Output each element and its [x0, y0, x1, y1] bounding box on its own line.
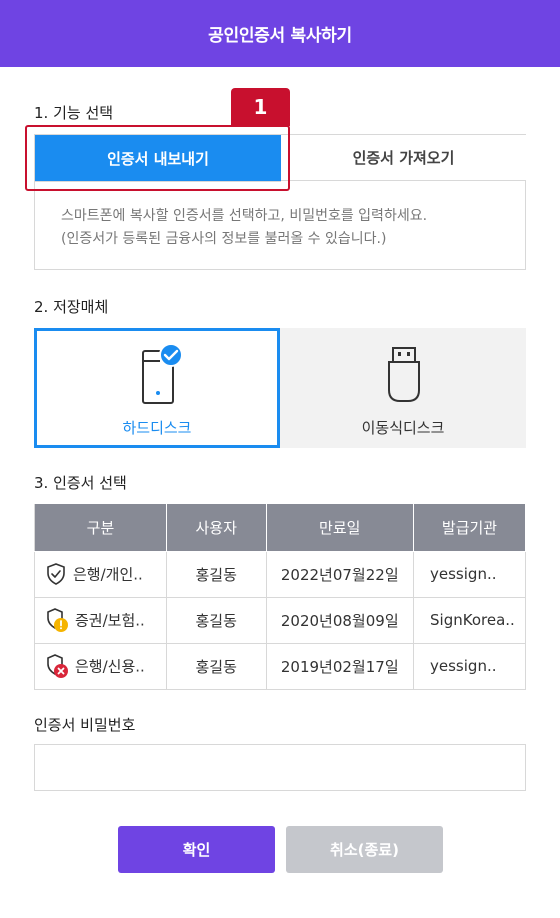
tab-import-certificate[interactable]: 인증서 가져오기 [281, 135, 526, 181]
cell-issuer: yessign.. [413, 550, 526, 598]
shield-warning-icon [47, 608, 68, 632]
usb-drive-icon [388, 347, 420, 402]
cell-expiry: 2020년08월09일 [265, 596, 415, 644]
certificate-password-input[interactable] [34, 744, 526, 791]
table-header-row: 구분 사용자 만료일 발급기관 [34, 504, 526, 552]
cell-user: 홍길동 [165, 642, 267, 690]
section-label-password: 인증서 비밀번호 [34, 716, 136, 734]
shield-expired-icon [47, 654, 68, 678]
table-row[interactable]: 증권/보험.. 홍길동 2020년08월09일 SignKorea.. [34, 596, 526, 644]
storage-label-hard-disk: 하드디스크 [122, 419, 192, 437]
cell-issuer: yessign.. [413, 642, 526, 690]
section-label-function: 1. 기능 선택 [34, 104, 114, 122]
confirm-button[interactable]: 확인 [118, 826, 275, 873]
step-number-badge: 1 [231, 88, 290, 126]
hard-disk-icon [142, 343, 183, 404]
certificate-table: 구분 사용자 만료일 발급기관 은행/개인.. 홍길동 2022년07월22일 … [34, 504, 526, 690]
column-header-type: 구분 [34, 504, 167, 552]
cell-issuer: SignKorea.. [413, 596, 526, 644]
storage-option-removable-disk[interactable]: 이동식디스크 [280, 328, 526, 448]
table-row[interactable]: 은행/개인.. 홍길동 2022년07월22일 yessign.. [34, 550, 526, 598]
cancel-button[interactable]: 취소(종료) [286, 826, 443, 873]
function-description: 스마트폰에 복사할 인증서를 선택하고, 비밀번호를 입력하세요. (인증서가 … [61, 205, 427, 251]
cell-expiry: 2022년07월22일 [265, 550, 415, 598]
cell-type: 은행/신용.. [34, 642, 167, 690]
storage-label-removable-disk: 이동식디스크 [361, 419, 445, 437]
cell-type-text: 은행/개인.. [73, 565, 143, 584]
table-row[interactable]: 은행/신용.. 홍길동 2019년02월17일 yessign.. [34, 642, 526, 690]
app-header: 공인인증서 복사하기 [0, 0, 560, 67]
page-title: 공인인증서 복사하기 [208, 26, 352, 46]
description-line: 스마트폰에 복사할 인증서를 선택하고, 비밀번호를 입력하세요. [61, 208, 428, 224]
cell-user: 홍길동 [165, 550, 267, 598]
column-header-expiry: 만료일 [265, 504, 415, 552]
shield-valid-icon [47, 563, 65, 585]
cell-type-text: 은행/신용.. [75, 657, 145, 676]
section-label-certificate: 3. 인증서 선택 [34, 474, 127, 492]
column-header-user: 사용자 [165, 504, 267, 552]
step-highlight-frame [25, 125, 290, 191]
column-header-issuer: 발급기관 [413, 504, 526, 552]
cell-type: 은행/개인.. [34, 550, 167, 598]
cell-user: 홍길동 [165, 596, 267, 644]
section-label-storage: 2. 저장매체 [34, 298, 109, 316]
cell-type-text: 증권/보험.. [75, 611, 145, 630]
description-line: (인증서가 등록된 금융사의 정보를 불러올 수 있습니다.) [61, 231, 387, 247]
cell-type: 증권/보험.. [34, 596, 167, 644]
storage-option-hard-disk[interactable]: 하드디스크 [34, 328, 280, 448]
cell-expiry: 2019년02월17일 [265, 642, 415, 690]
